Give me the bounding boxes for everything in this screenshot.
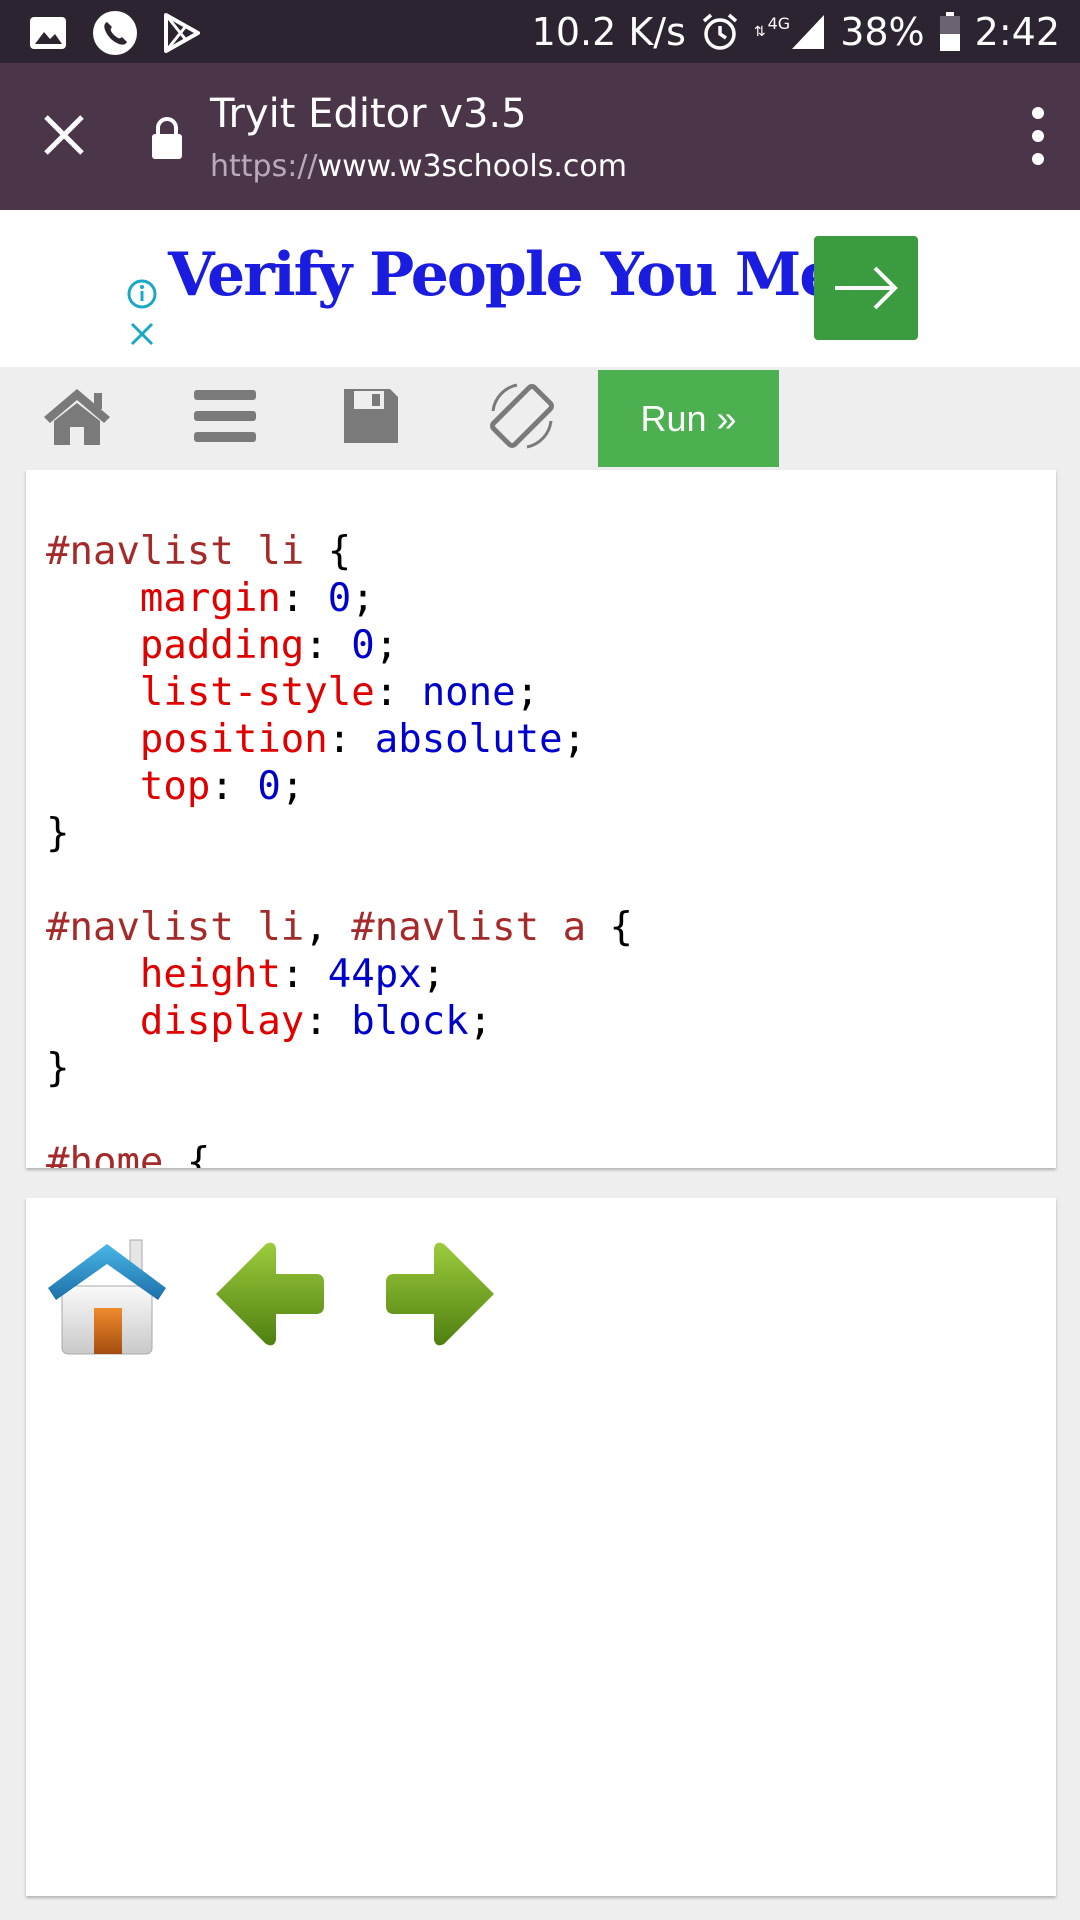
- menu-button[interactable]: [190, 381, 260, 451]
- notification-icons: [28, 10, 202, 56]
- signal-indicator: ⇅ 4G: [754, 13, 826, 51]
- alarm-icon: [702, 13, 738, 50]
- ad-headline[interactable]: Verify People You Meet: [168, 240, 899, 310]
- ad-banner[interactable]: Verify People You Meet: [0, 210, 1080, 367]
- network-type: 4G: [767, 14, 791, 33]
- rotate-button[interactable]: [482, 381, 562, 451]
- value: 0: [351, 623, 375, 668]
- value: 0: [257, 764, 281, 809]
- property: list-style: [139, 670, 375, 715]
- battery-icon: [939, 11, 960, 51]
- home-icon: [44, 389, 110, 445]
- property: display: [139, 999, 305, 1044]
- status-indicators: 10.2 K/s ⇅ 4G 38% 2:42: [532, 0, 1060, 63]
- url-host: www.w3schools.com: [317, 149, 627, 184]
- more-vert-icon[interactable]: [1026, 105, 1050, 167]
- value: none: [421, 670, 516, 715]
- editor-toolbar: Run »: [0, 367, 1080, 467]
- value: block: [351, 999, 469, 1044]
- property: top: [139, 764, 211, 809]
- clock: 2:42: [974, 9, 1060, 54]
- value: 0: [327, 576, 352, 621]
- info-icon[interactable]: [126, 278, 158, 310]
- value: 44px: [327, 952, 422, 997]
- save-button[interactable]: [338, 381, 404, 451]
- house-icon[interactable]: [44, 1238, 170, 1356]
- value: absolute: [374, 717, 563, 762]
- selector: #navlist li: [46, 529, 305, 574]
- right-arrow-icon[interactable]: [384, 1238, 500, 1350]
- selector: #navlist a: [351, 905, 587, 950]
- url-scheme: https://: [210, 149, 318, 184]
- result-frame: [26, 1198, 1056, 1896]
- ad-go-button[interactable]: [814, 236, 918, 340]
- gallery-icon: [30, 17, 66, 49]
- run-button[interactable]: Run »: [598, 370, 779, 467]
- save-icon: [344, 389, 398, 443]
- property: height: [139, 952, 281, 997]
- property: position: [139, 717, 328, 762]
- property: margin: [139, 576, 281, 621]
- close-icon[interactable]: [36, 107, 92, 163]
- selector: #navlist li: [46, 905, 305, 950]
- phone-icon: [93, 11, 137, 55]
- lock-icon: [152, 117, 182, 159]
- property: padding: [139, 623, 305, 668]
- play-store-icon: [164, 13, 200, 53]
- rotate-icon: [490, 383, 554, 449]
- signal-icon: [792, 14, 825, 49]
- page-url[interactable]: https://www.w3schools.com: [210, 149, 627, 184]
- arrow-right-icon: [835, 266, 898, 310]
- ad-close-icon[interactable]: [126, 318, 158, 350]
- code-editor[interactable]: #navlist li { margin: 0; padding: 0; lis…: [26, 470, 1056, 1168]
- status-bar: 10.2 K/s ⇅ 4G 38% 2:42: [0, 0, 1080, 63]
- battery-percent: 38%: [840, 9, 925, 54]
- browser-toolbar: Tryit Editor v3.5 https://www.w3schools.…: [0, 63, 1080, 210]
- left-arrow-icon[interactable]: [210, 1238, 326, 1350]
- menu-icon: [194, 390, 256, 442]
- home-button[interactable]: [40, 381, 114, 451]
- selector: #home: [46, 1140, 164, 1168]
- net-speed: 10.2 K/s: [531, 9, 686, 54]
- code-content[interactable]: #navlist li { margin: 0; padding: 0; lis…: [46, 528, 633, 1168]
- page-title: Tryit Editor v3.5: [210, 91, 527, 137]
